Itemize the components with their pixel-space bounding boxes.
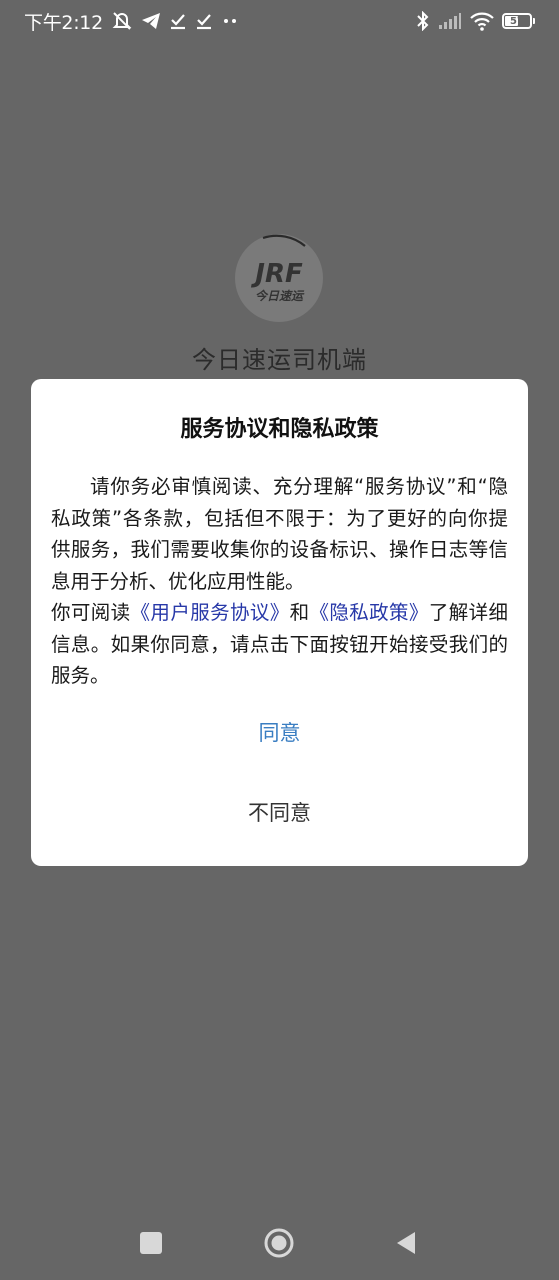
telegram-icon xyxy=(141,12,161,30)
disagree-button[interactable]: 不同意 xyxy=(31,789,528,837)
app-logo: JRF 今日速运 xyxy=(235,228,327,324)
status-bar: 下午2:12 57 xyxy=(0,0,559,42)
dialog-paragraph-2: 你可阅读《用户服务协议》和《隐私政策》了解详细信息。如果你同意，请点击下面按钮开… xyxy=(51,597,508,692)
battery-level-text: 57 xyxy=(510,15,524,27)
home-circle-icon xyxy=(264,1228,294,1258)
logo-subtext: 今日速运 xyxy=(255,289,305,303)
navigation-bar xyxy=(0,1205,559,1280)
app-name: 今日速运司机端 xyxy=(192,346,367,374)
battery-body: 57 xyxy=(502,13,532,29)
dialog-title: 服务协议和隐私政策 xyxy=(180,417,379,442)
home-button[interactable] xyxy=(259,1223,299,1263)
bluetooth-icon xyxy=(416,11,430,31)
download-done-icon-2 xyxy=(195,12,213,30)
back-triangle-icon xyxy=(397,1232,415,1254)
battery-icon: 57 xyxy=(502,13,535,29)
recents-button[interactable] xyxy=(131,1223,171,1263)
wifi-icon xyxy=(470,11,494,31)
logo-text: JRF xyxy=(250,259,303,289)
back-button[interactable] xyxy=(386,1223,426,1263)
signal-icon xyxy=(438,12,462,30)
battery-tip xyxy=(533,18,535,24)
status-right: 57 xyxy=(416,11,535,31)
p2-and: 和 xyxy=(289,601,310,624)
privacy-policy-link[interactable]: 《隐私政策》 xyxy=(310,601,429,624)
more-notifications-icon xyxy=(221,16,239,26)
dialog-body: 请你务必审慎阅读、充分理解“服务协议”和“隐私政策”各条款，包括但不限于：为了更… xyxy=(51,471,508,692)
p2-prefix: 你可阅读 xyxy=(51,601,131,624)
agree-button[interactable]: 同意 xyxy=(31,709,528,757)
mute-bell-icon xyxy=(111,11,133,31)
dialog-paragraph-1: 请你务必审慎阅读、充分理解“服务协议”和“隐私政策”各条款，包括但不限于：为了更… xyxy=(51,475,508,593)
status-left: 下午2:12 xyxy=(24,8,239,35)
privacy-dialog: 服务协议和隐私政策 请你务必审慎阅读、充分理解“服务协议”和“隐私政策”各条款，… xyxy=(31,379,528,866)
download-done-icon xyxy=(169,12,187,30)
user-agreement-link[interactable]: 《用户服务协议》 xyxy=(131,601,290,624)
status-time: 下午2:12 xyxy=(24,11,103,34)
recents-square-icon xyxy=(140,1232,162,1254)
